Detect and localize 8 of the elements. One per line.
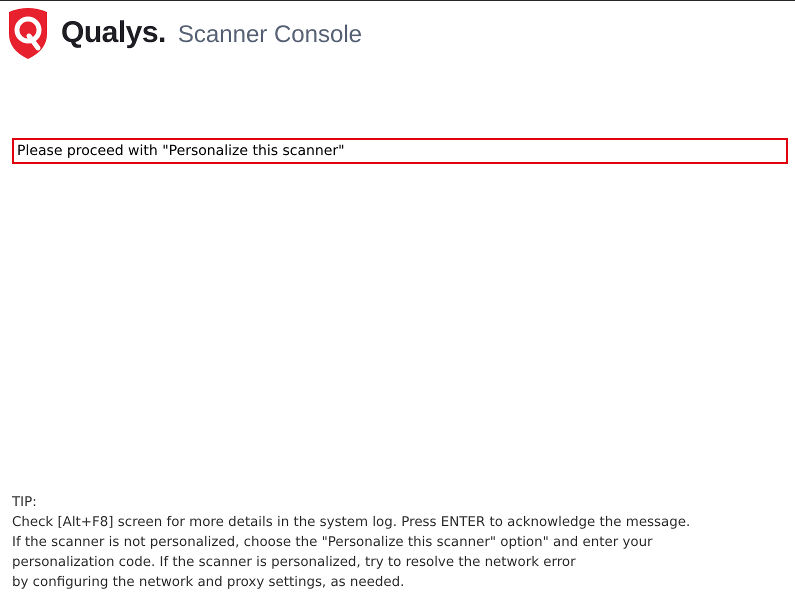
product-name: Scanner Console — [178, 21, 362, 49]
brand-name: Qualys. — [61, 16, 166, 50]
tip-text: personalization code. If the scanner is personalized, try to resolve the network error — [12, 554, 577, 572]
status-message: Please proceed with "Personalize this scanner" — [12, 138, 788, 164]
tip-text: Check [Alt+F8] screen for more details in the system log. Press ENTER to acknowledge the message. — [12, 514, 692, 532]
tip-text: by configuring the network and proxy settings, as needed. — [12, 574, 406, 592]
tip-text: If the scanner is not personalized, choose the "Personalize this scanner" option" and enter your — [12, 534, 654, 552]
tip-heading: TIP: — [12, 494, 38, 512]
